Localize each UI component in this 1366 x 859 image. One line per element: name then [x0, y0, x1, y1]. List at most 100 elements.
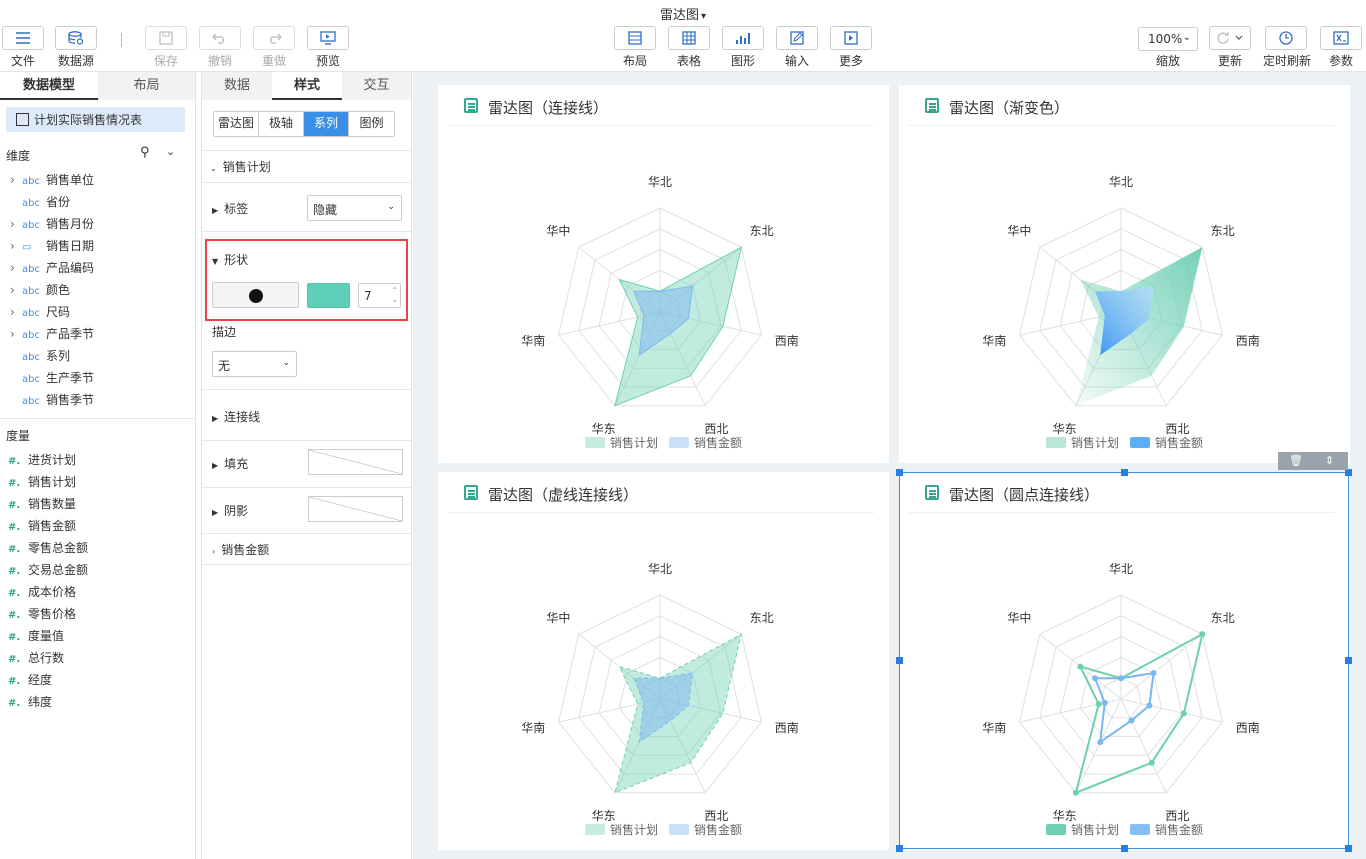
fill-preview[interactable] — [308, 449, 403, 475]
legend-item[interactable]: 销售计划 — [585, 435, 658, 450]
legend-item[interactable]: 销售计划 — [1046, 435, 1119, 450]
measure-item[interactable]: #. 销售数量 — [8, 495, 76, 517]
dimension-item[interactable]: abc 生产季节 — [10, 369, 94, 391]
measure-item[interactable]: #. 交易总金额 — [8, 561, 88, 583]
measure-item[interactable]: #. 经度 — [8, 671, 52, 693]
layout-icon — [614, 26, 656, 50]
resize-handle[interactable] — [896, 657, 903, 664]
move-icon[interactable]: ⇕ — [1325, 454, 1334, 467]
resize-handle[interactable] — [1345, 657, 1352, 664]
delete-icon[interactable]: 🗑 — [1289, 454, 1303, 467]
dimension-item[interactable]: › abc 产品编码 — [10, 259, 94, 281]
preview-button[interactable]: 预览 — [305, 26, 351, 69]
zoom-select[interactable]: 100% ⌄ — [1138, 27, 1198, 51]
label-section-header[interactable]: ▶ 标签 — [212, 200, 248, 217]
chevron-right-icon[interactable]: › — [10, 327, 22, 341]
label-select[interactable]: 隐藏 ⌄ — [307, 195, 402, 221]
resize-handle[interactable] — [1121, 469, 1128, 476]
tab-data[interactable]: 数据 — [202, 72, 272, 100]
shape-size-stepper[interactable]: 7 ⌃ ⌄ — [358, 283, 401, 308]
shape-select[interactable] — [212, 282, 299, 308]
fill-section-header[interactable]: ▶ 填充 — [212, 455, 248, 472]
chevron-right-icon[interactable]: › — [10, 261, 22, 275]
legend-item[interactable]: 销售金额 — [1130, 435, 1203, 450]
measure-item[interactable]: #. 度量值 — [8, 627, 64, 649]
dimension-item[interactable]: › abc 销售月份 — [10, 215, 94, 237]
dimension-item[interactable]: › abc 颜色 — [10, 281, 70, 303]
number-type-icon: #. — [8, 654, 21, 665]
shadow-preview[interactable] — [308, 496, 403, 522]
shape-section-header[interactable]: ▼ 形状 — [212, 251, 248, 268]
redo-button[interactable]: 重做 — [251, 26, 297, 69]
dimension-item[interactable]: abc 省份 — [10, 193, 70, 215]
resize-handle[interactable] — [1121, 845, 1128, 852]
series-sales-plan-header[interactable]: ⌄ 销售计划 — [210, 158, 271, 175]
shadow-section-header[interactable]: ▶ 阴影 — [212, 502, 248, 519]
subtab-radar[interactable]: 雷达图 — [214, 112, 259, 136]
radar-chart-card[interactable]: 雷达图（连接线） 华北 东北 西南 西北 华东 华南 华中 销售计划 销售金额 — [438, 85, 889, 463]
subtab-polar-axis[interactable]: 极轴 — [259, 112, 304, 136]
dimension-item[interactable]: › abc 销售单位 — [10, 171, 94, 193]
menu-icon — [2, 26, 44, 50]
text-type-icon: abc — [22, 176, 40, 187]
table-button[interactable]: 表格 — [666, 26, 712, 69]
legend-item[interactable]: 销售金额 — [669, 435, 742, 450]
parameter-button[interactable]: 参数 — [1318, 26, 1364, 69]
tab-style[interactable]: 样式 — [272, 72, 342, 100]
subtab-legend[interactable]: 图例 — [349, 112, 394, 136]
chevron-right-icon[interactable]: › — [10, 217, 22, 231]
measure-item[interactable]: #. 进货计划 — [8, 451, 76, 473]
chevron-right-icon[interactable]: › — [10, 173, 22, 187]
tab-layout[interactable]: 布局 — [98, 72, 195, 100]
dimension-item[interactable]: › abc 尺码 — [10, 303, 70, 325]
stepper-arrows-icon[interactable]: ⌃ ⌄ — [391, 286, 398, 304]
measure-item[interactable]: #. 销售金额 — [8, 517, 76, 539]
measure-item[interactable]: #. 销售计划 — [8, 473, 76, 495]
legend-item[interactable]: 销售计划 — [585, 822, 658, 837]
tab-interaction[interactable]: 交互 — [342, 72, 411, 100]
chevron-right-icon[interactable]: › — [10, 283, 22, 297]
resize-handle[interactable] — [1345, 845, 1352, 852]
divider — [202, 564, 411, 565]
dimension-item[interactable]: › abc 产品季节 — [10, 325, 94, 347]
radar-chart-card[interactable]: 雷达图（虚线连接线） 华北 东北 西南 西北 华东 华南 华中 销售计划 销售金额 — [438, 472, 889, 850]
chart-button[interactable]: 图形 — [720, 26, 766, 69]
dimension-item[interactable]: › ▭ 销售日期 — [10, 237, 94, 259]
document-title[interactable]: 雷达图 ▾ — [0, 4, 1366, 23]
line-section-header[interactable]: ▶ 连接线 — [212, 408, 260, 425]
more-button[interactable]: 更多 — [828, 26, 874, 69]
datasource-button[interactable]: 数据源 — [53, 26, 99, 69]
measure-item[interactable]: #. 零售价格 — [8, 605, 76, 627]
dimension-item[interactable]: abc 销售季节 — [10, 391, 94, 413]
search-icon[interactable]: ⚲ — [140, 145, 150, 160]
tab-data-model[interactable]: 数据模型 — [0, 72, 98, 100]
style-panel: 数据 样式 交互 雷达图 极轴 系列 图例 ⌄ 销售计划 ▶ 标签 隐藏 ⌄ ▼ 形状 … — [201, 72, 412, 859]
measure-item[interactable]: #. 零售总金额 — [8, 539, 88, 561]
resize-handle[interactable] — [1345, 469, 1352, 476]
resize-handle[interactable] — [896, 845, 903, 852]
dataset-item[interactable]: 计划实际销售情况表 — [6, 107, 185, 132]
chevron-down-icon[interactable]: ⌄ — [166, 145, 175, 158]
save-button[interactable]: 保存 — [143, 26, 189, 69]
chevron-right-icon[interactable]: › — [10, 239, 22, 253]
scheduled-refresh-button[interactable]: 定时刷新 — [1263, 26, 1311, 69]
measure-item[interactable]: #. 纬度 — [8, 693, 52, 715]
subtab-series[interactable]: 系列 — [304, 112, 349, 136]
series-sales-amount-header[interactable]: › 销售金额 — [212, 541, 269, 558]
update-button[interactable]: 更新 — [1207, 26, 1253, 69]
stroke-select[interactable]: 无 ⌄ — [212, 351, 297, 377]
resize-handle[interactable] — [896, 469, 903, 476]
legend-item[interactable]: 销售金额 — [669, 822, 742, 837]
file-button[interactable]: 文件 — [0, 26, 46, 69]
radar-chart-card[interactable]: 雷达图（渐变色） 华北 东北 西南 西北 华东 华南 华中 销售计划 销售金额 — [899, 85, 1350, 463]
measure-item[interactable]: #. 成本价格 — [8, 583, 76, 605]
table-icon — [668, 26, 710, 50]
input-button[interactable]: 输入 — [774, 26, 820, 69]
chevron-right-icon[interactable]: › — [10, 305, 22, 319]
undo-button[interactable]: 撤销 — [197, 26, 243, 69]
dimension-item[interactable]: abc 系列 — [10, 347, 70, 369]
layout-button[interactable]: 布局 — [612, 26, 658, 69]
measure-item[interactable]: #. 总行数 — [8, 649, 64, 671]
shape-color-picker[interactable] — [307, 283, 350, 308]
category-label: 华南 — [521, 333, 545, 348]
